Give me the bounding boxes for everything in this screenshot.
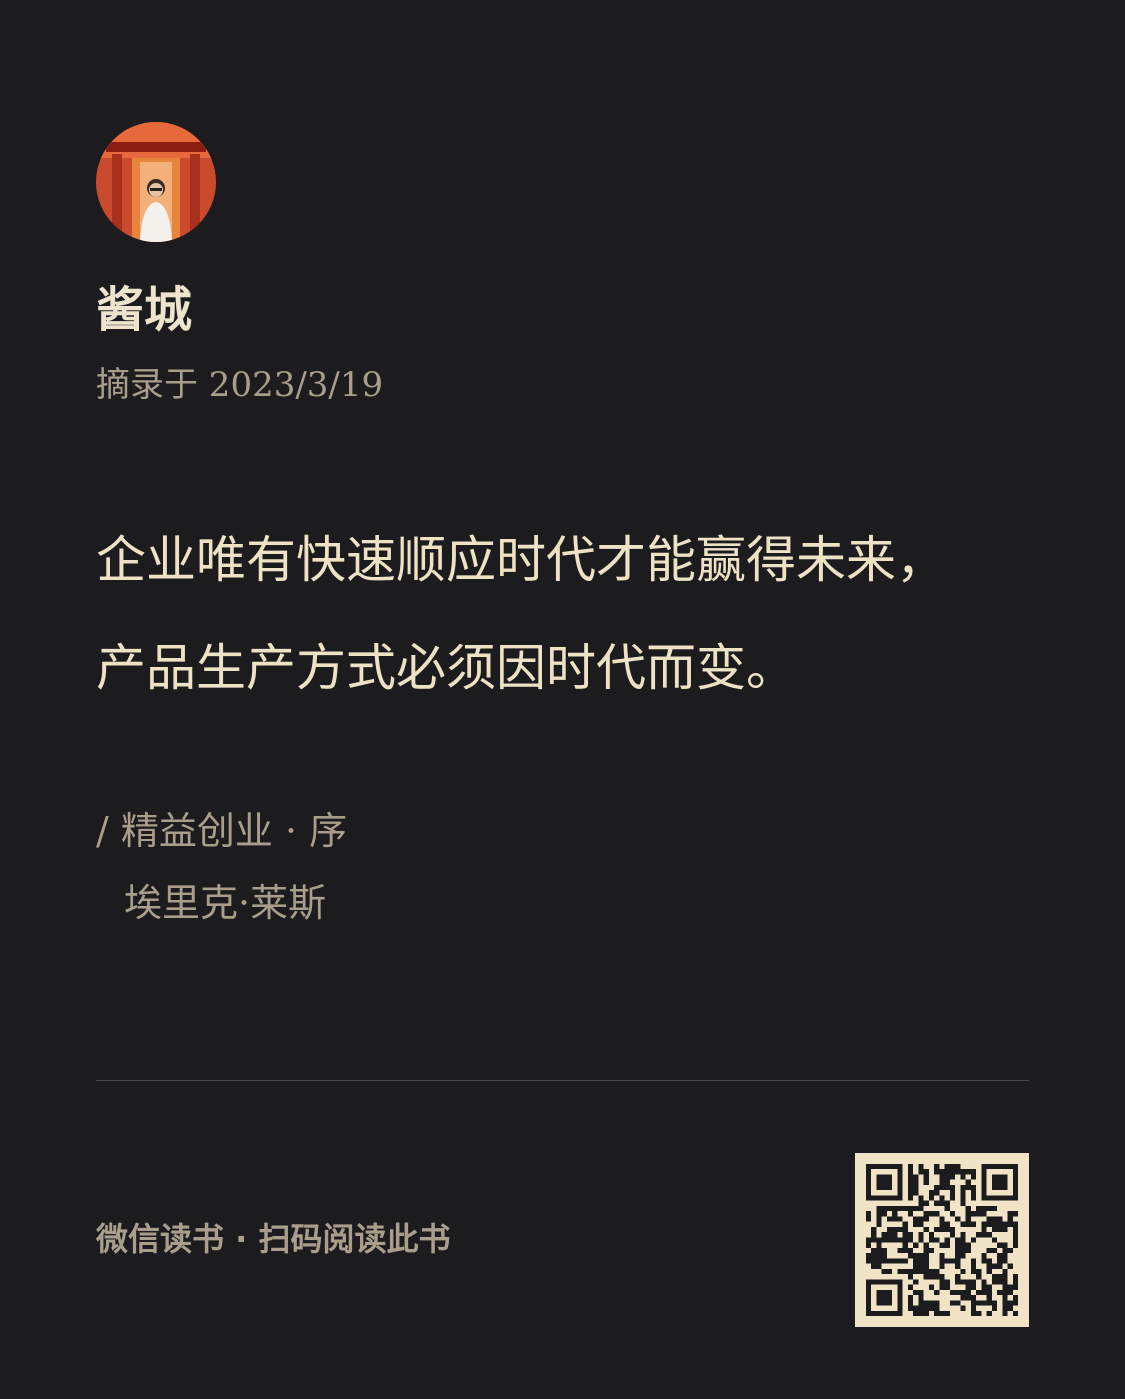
user-name: 酱城: [96, 282, 193, 338]
qr-code[interactable]: [855, 1153, 1029, 1327]
avatar[interactable]: [96, 122, 216, 242]
quote-line: 产品生产方式必须因时代而变。: [96, 639, 796, 697]
book-title-chapter[interactable]: / 精益创业 · 序: [96, 808, 347, 854]
quote-text: 企业唯有快速顺应时代才能赢得未来， 产品生产方式必须因时代而变。: [96, 534, 1056, 694]
excerpt-date: 摘录于 2023/3/19: [96, 365, 384, 405]
divider: [96, 1080, 1029, 1081]
footer-caption: 微信读书 · 扫码阅读此书: [96, 1220, 451, 1258]
quote-line: 企业唯有快速顺应时代才能赢得未来，: [96, 531, 946, 589]
book-source: / 精益创业 · 序 埃里克·莱斯: [96, 808, 347, 926]
book-author: 埃里克·莱斯: [124, 881, 327, 925]
